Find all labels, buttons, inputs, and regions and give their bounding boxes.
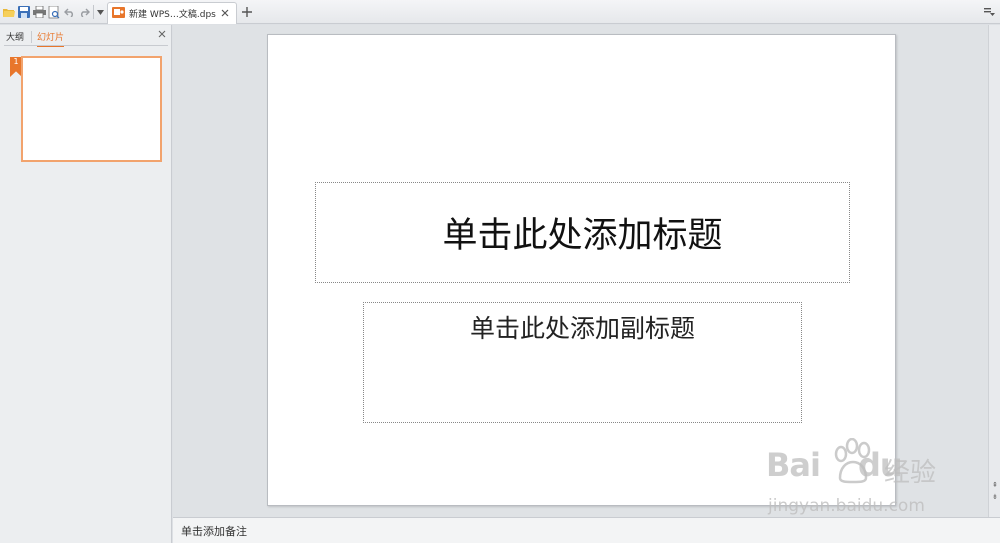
toolbar-separator [93, 5, 94, 19]
paw-icon [832, 437, 874, 488]
close-tab-icon[interactable] [219, 7, 231, 19]
vertical-scrollbar[interactable]: ⇞ ⇟ [988, 25, 1000, 518]
print-preview-icon[interactable] [47, 3, 61, 21]
close-pane-icon[interactable] [155, 27, 169, 41]
undo-icon[interactable] [62, 3, 76, 21]
pane-tab-strip: 大纲 幻灯片 [0, 25, 172, 47]
subtitle-placeholder-text: 单击此处添加副标题 [469, 314, 695, 343]
pane-tab-divider [31, 31, 32, 43]
watermark-cn-text: 经验 [884, 458, 937, 488]
redo-icon[interactable] [77, 3, 91, 21]
slide-canvas[interactable]: 单击此处添加标题 单击此处添加副标题 [267, 34, 896, 506]
slide-thumbnail[interactable] [21, 56, 162, 162]
document-tab[interactable]: 新建 WPS…文稿.dps [107, 2, 237, 24]
options-menu-icon[interactable] [982, 5, 996, 19]
tab-outline[interactable]: 大纲 [6, 30, 24, 43]
open-folder-icon[interactable] [2, 3, 16, 21]
pane-tab-underline [4, 45, 168, 46]
title-placeholder[interactable]: 单击此处添加标题 [315, 182, 850, 283]
new-tab-icon[interactable] [240, 5, 254, 19]
next-slide-icon[interactable]: ⇟ [991, 493, 999, 501]
customize-dropdown-icon[interactable] [95, 3, 105, 21]
notes-placeholder: 单击添加备注 [181, 525, 247, 538]
slide-navigation-pane: 大纲 幻灯片 1 [0, 25, 172, 543]
subtitle-placeholder[interactable]: 单击此处添加副标题 [363, 302, 802, 423]
title-placeholder-text: 单击此处添加标题 [442, 216, 723, 256]
print-icon[interactable] [32, 3, 46, 21]
previous-slide-icon[interactable]: ⇞ [991, 481, 999, 489]
title-toolbar: 新建 WPS…文稿.dps [0, 0, 1000, 24]
presentation-file-icon [112, 4, 125, 23]
save-icon[interactable] [17, 3, 31, 21]
document-tab-label: 新建 WPS…文稿.dps [129, 10, 216, 20]
watermark-url: jingyan.baidu.com [768, 496, 925, 516]
baidu-watermark: Bai​du 经验 jingyan.baidu.com [762, 437, 952, 523]
